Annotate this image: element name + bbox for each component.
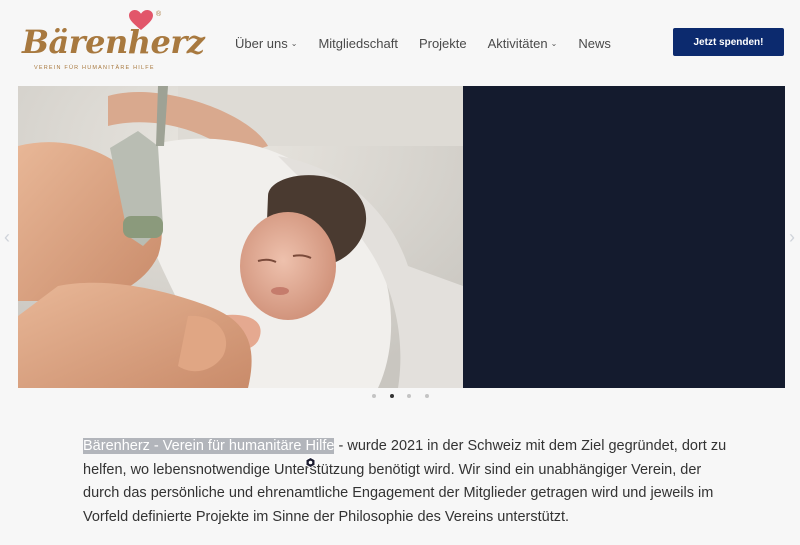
nav-item-aktivitaeten[interactable]: Aktivitäten ⌄ [488, 34, 558, 52]
nav-item-ueber-uns[interactable]: Über uns ⌄ [235, 34, 297, 52]
newborn-photo [18, 86, 463, 388]
chevron-down-icon: ⌄ [550, 38, 558, 48]
chevron-down-icon: ⌄ [290, 38, 298, 48]
slider-dot-4[interactable] [424, 394, 429, 398]
slider-dot-1[interactable] [372, 394, 376, 398]
slider-dot-2[interactable] [389, 394, 394, 398]
slider-pagination [372, 394, 442, 398]
intro-highlight: Bärenherz - Verein für humanitäre Hilfe [83, 438, 335, 454]
nav-item-label: Projekte [418, 35, 467, 51]
logo-tagline: VEREIN FÜR HUMANITÄRE HILFE [34, 65, 155, 71]
site-header: Bärenherz ® VEREIN FÜR HUMANITÄRE HILFE … [0, 0, 800, 86]
slider-dot-3[interactable] [407, 394, 411, 398]
chevron-right-icon[interactable]: › [789, 225, 797, 249]
nav-item-label: Aktivitäten [487, 35, 548, 51]
main-nav: Über uns ⌄ Mitgliedschaft Projekte Aktiv… [235, 34, 632, 52]
hero-slider: ‹ › [4, 86, 795, 388]
site-logo[interactable]: Bärenherz ® VEREIN FÜR HUMANITÄRE HILFE [20, 10, 205, 74]
chevron-left-icon[interactable]: ‹ [4, 225, 12, 249]
intro-paragraph: Bärenherz - Verein für humanitäre Hilfe … [83, 435, 733, 529]
cursor-icon [305, 457, 316, 468]
nav-item-mitgliedschaft[interactable]: Mitgliedschaft [318, 34, 397, 52]
logo-wordmark: Bärenherz [22, 23, 205, 61]
nav-item-news[interactable]: News [578, 34, 611, 52]
heart-icon [129, 10, 153, 30]
nav-item-label: Mitgliedschaft [318, 35, 398, 51]
slide-dark-panel [463, 86, 785, 388]
donate-button[interactable]: Jetzt spenden! [673, 28, 784, 56]
nav-item-label: Über uns [235, 35, 288, 51]
nav-item-projekte[interactable]: Projekte [419, 34, 467, 52]
hero-photo [18, 86, 463, 388]
nav-item-label: News [578, 35, 611, 51]
registered-mark: ® [156, 11, 162, 18]
